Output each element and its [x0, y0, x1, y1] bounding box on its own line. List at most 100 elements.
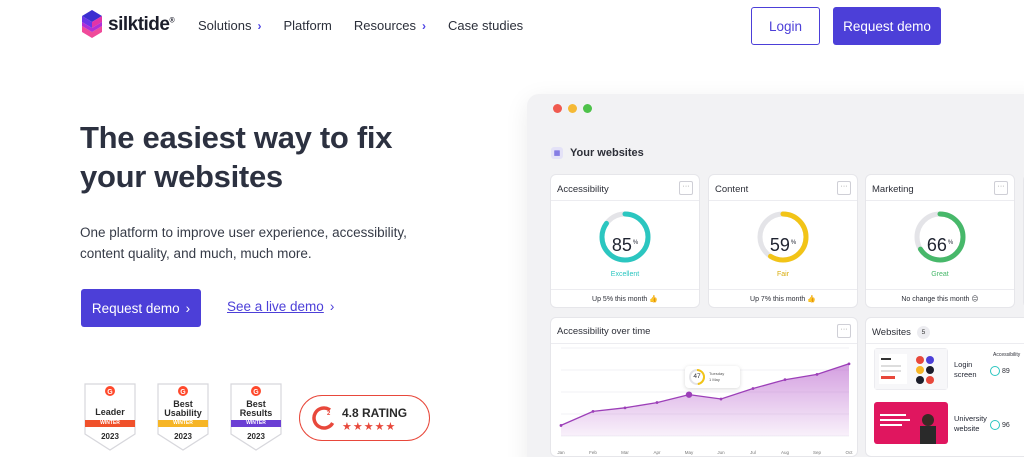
badge-year: 2023: [101, 432, 119, 441]
badge-ribbon: WINTER: [158, 420, 208, 427]
hero-title-line: your websites: [80, 159, 283, 194]
hero-title-line: The easiest way to fix: [80, 120, 393, 155]
hero-cta-label: Request demo: [91, 300, 180, 316]
x-tick-label: Mar: [621, 450, 629, 455]
data-point[interactable]: [815, 373, 819, 376]
nav-item-label: Resources: [353, 18, 417, 33]
data-point[interactable]: [751, 387, 755, 390]
window-controls: [553, 104, 592, 113]
close-dot-icon: [553, 104, 562, 113]
your-websites-heading: ▦ Your websites: [551, 147, 644, 159]
g2-badge-best-results: G Best Results WINTER 2023: [228, 382, 284, 452]
website-score: 89: [990, 366, 1010, 376]
data-point[interactable]: [591, 409, 595, 413]
websites-count-badge: 5: [916, 326, 930, 339]
score-value: 66%: [926, 235, 954, 255]
website-score: 96: [990, 420, 1010, 430]
hero-subtitle-line: content quality, and much, much more.: [80, 246, 312, 261]
nav-item-label: Platform: [283, 18, 332, 33]
data-point[interactable]: [655, 401, 659, 404]
chevron-right-icon: ›: [422, 18, 427, 33]
data-point[interactable]: [847, 362, 851, 366]
score-card-accessibility[interactable]: Accessibility ··· 85% Excellent Up 5% th…: [550, 174, 700, 308]
tooltip-date: 1 May: [709, 377, 720, 382]
website-row-university[interactable]: University website 96: [874, 402, 1024, 444]
g2-logo-icon: 2: [312, 406, 336, 430]
g2-rating-pill[interactable]: 2 4.8 RATING ★★★★★: [299, 395, 430, 441]
badge-year: 2023: [247, 432, 265, 441]
card-title: Websites: [872, 327, 911, 338]
nav-item-resources[interactable]: Resources ›: [354, 18, 426, 33]
svg-text:G: G: [107, 389, 113, 396]
badge-title: Leader: [95, 407, 125, 417]
card-title: Accessibility: [557, 184, 609, 195]
nav-item-label: Solutions: [198, 18, 252, 33]
section-title: Your websites: [570, 147, 644, 159]
page: silktide® Solutions › Platform Resources…: [0, 0, 1024, 457]
login-button[interactable]: Login: [751, 7, 820, 45]
nav-item-platform[interactable]: Platform: [283, 18, 331, 33]
x-tick-label: Apr: [653, 450, 661, 455]
more-icon[interactable]: ···: [837, 181, 851, 195]
request-demo-button[interactable]: Request demo: [833, 7, 941, 45]
dashboard-preview: ▦ Your websites Accessibility ··· 85% Ex…: [527, 94, 1024, 457]
score-value: 59%: [769, 235, 797, 255]
website-row-login[interactable]: Login screen 89: [874, 348, 1024, 390]
score-ring-icon: [990, 420, 1000, 430]
hero-subtitle: One platform to improve user experience,…: [80, 222, 430, 264]
badge-title: Usability: [164, 408, 202, 418]
score-status: Great: [931, 271, 949, 278]
star-rating-icon: ★★★★★: [342, 421, 397, 433]
divider: [709, 200, 857, 201]
score-card-marketing[interactable]: Marketing ··· 66% Great No change this m…: [865, 174, 1015, 308]
nav-item-label: Case studies: [448, 18, 524, 33]
chevron-right-icon: ›: [185, 300, 191, 316]
more-icon[interactable]: ···: [837, 324, 851, 338]
badge-title: Results: [239, 408, 273, 418]
hero-title: The easiest way to fix your websites: [80, 118, 480, 196]
badge-shield-icon: G: [84, 383, 136, 451]
hero-subtitle-line: One platform to improve user experience,…: [80, 225, 407, 240]
hero-request-demo-button[interactable]: Request demo ›: [81, 289, 201, 327]
website-name: Login screen: [954, 360, 977, 379]
data-point[interactable]: [559, 424, 563, 427]
score-ring-icon: [990, 366, 1000, 376]
x-tick-label: Oct: [845, 450, 853, 455]
tooltip-value: 47: [693, 373, 701, 380]
svg-text:G: G: [180, 389, 186, 396]
grid-icon: ▦: [551, 147, 563, 159]
accessibility-over-time-card[interactable]: Accessibility over time ··· Jan Feb Mar Apr…: [550, 317, 858, 457]
websites-card[interactable]: Websites 5 Accessibility Login screen 89…: [865, 317, 1024, 457]
silktide-logo[interactable]: silktide®: [80, 10, 175, 40]
silktide-logo-icon: [82, 10, 102, 38]
score-trend: Up 5% this month 👍: [551, 289, 699, 309]
x-tick-label: Sep: [813, 450, 822, 455]
nav-item-solutions[interactable]: Solutions ›: [198, 18, 261, 33]
accessibility-chart: Jan Feb Mar Apr May Jun Jul Aug Sep Oct: [557, 347, 853, 455]
card-title: Marketing: [872, 184, 914, 195]
websites-heading: Websites 5: [872, 326, 930, 339]
data-point[interactable]: [685, 391, 693, 398]
website-thumbnail-university: [874, 402, 948, 444]
x-tick-label: May: [685, 450, 694, 455]
divider: [866, 343, 1024, 344]
score-status: Fair: [776, 271, 790, 278]
see-live-demo-link[interactable]: See a live demo ›: [227, 299, 334, 314]
score-value: 85%: [611, 235, 639, 255]
divider: [866, 200, 1014, 201]
minimize-dot-icon: [568, 104, 577, 113]
nav-item-case-studies[interactable]: Case studies: [448, 18, 523, 33]
website-thumbnail-login: [874, 348, 948, 390]
score-card-content[interactable]: Content ··· 59% Fair Up 7% this month 👍: [708, 174, 858, 308]
more-icon[interactable]: ···: [679, 181, 693, 195]
more-icon[interactable]: ···: [994, 181, 1008, 195]
maximize-dot-icon: [583, 104, 592, 113]
live-demo-label: See a live demo: [227, 299, 324, 314]
g2-badge-best-usability: G Best Usability WINTER 2023: [155, 382, 211, 452]
data-point[interactable]: [719, 397, 723, 401]
tooltip-day: Tuesday: [709, 371, 725, 376]
data-point[interactable]: [783, 378, 787, 382]
top-nav: silktide® Solutions › Platform Resources…: [0, 0, 1024, 52]
g2-badge-leader: G Leader WINTER 2023: [82, 382, 138, 452]
data-point[interactable]: [623, 406, 627, 410]
